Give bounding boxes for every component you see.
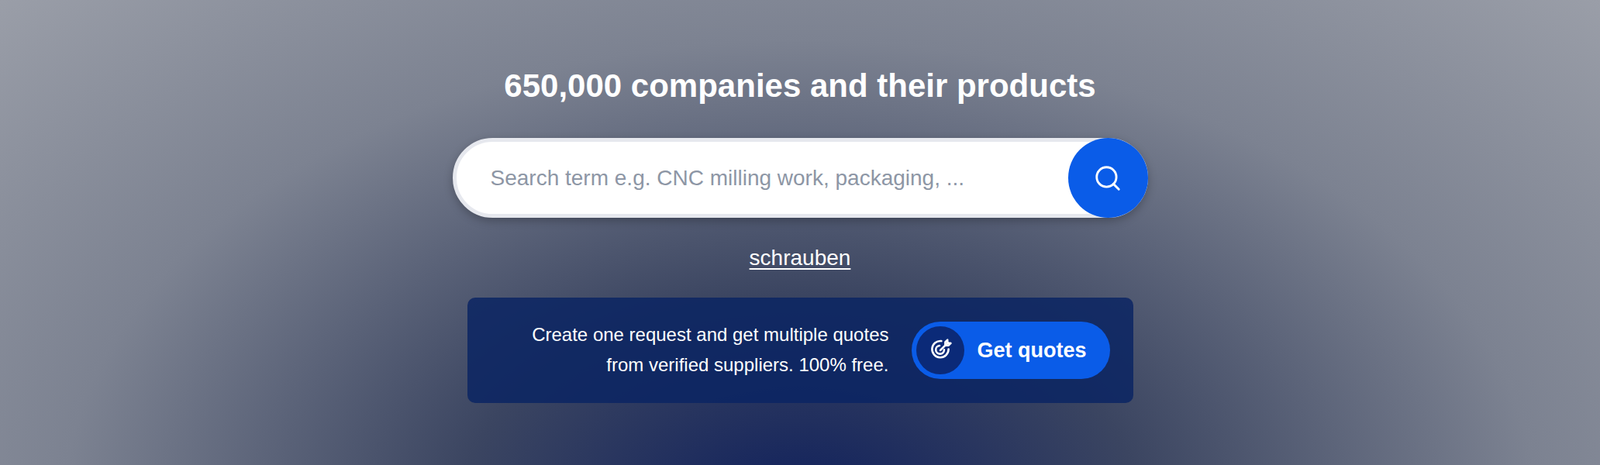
hero-section: 650,000 companies and their products schr… <box>0 0 1600 465</box>
get-quotes-label: Get quotes <box>976 334 1087 367</box>
target-icon <box>927 337 954 364</box>
search-input[interactable] <box>456 141 1069 214</box>
quote-text: Create one request and get multiple quot… <box>531 320 889 380</box>
search-bar <box>452 137 1149 218</box>
search-icon <box>1093 163 1123 194</box>
quote-text-line: Create one request and get multiple quot… <box>531 320 889 350</box>
suggestion-link[interactable]: schrauben <box>749 244 852 273</box>
search-button[interactable] <box>1068 137 1149 218</box>
quote-text-line: from verified suppliers. 100% free. <box>531 350 889 380</box>
target-icon-circle <box>916 326 965 375</box>
quote-panel: Create one request and get multiple quot… <box>467 297 1134 404</box>
hero-title: 650,000 companies and their products <box>503 66 1096 106</box>
suggestions: schrauben <box>749 244 852 273</box>
get-quotes-button[interactable]: Get quotes <box>911 321 1110 380</box>
